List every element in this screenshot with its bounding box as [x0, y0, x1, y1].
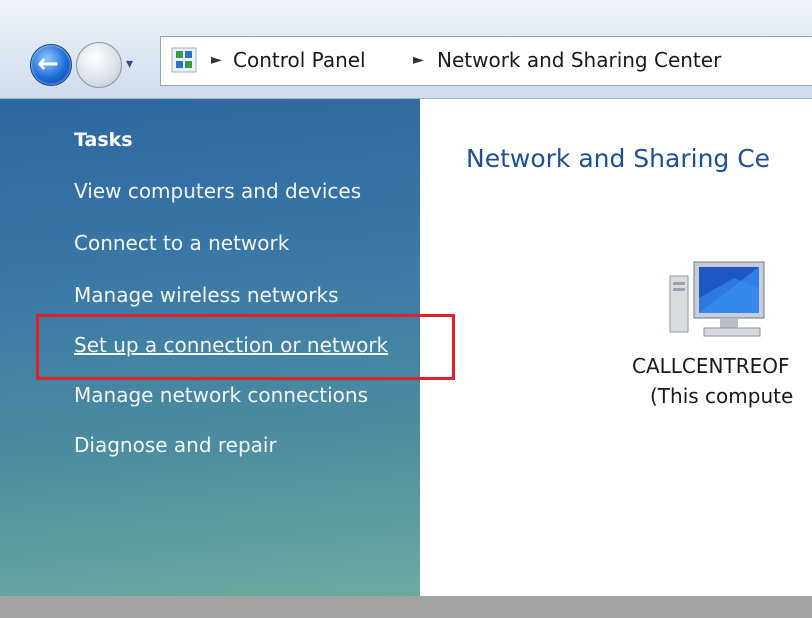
- breadcrumb-control-panel[interactable]: Control Panel: [233, 45, 366, 75]
- address-bar[interactable]: ► Control Panel ► Network and Sharing Ce…: [160, 36, 812, 86]
- computer-icon[interactable]: [664, 258, 774, 350]
- computer-subtitle: (This compute: [650, 384, 794, 408]
- page-title: Network and Sharing Ce: [466, 144, 771, 173]
- tasks-heading: Tasks: [74, 129, 133, 151]
- task-manage-connections[interactable]: Manage network connections: [74, 383, 368, 407]
- task-connect-network[interactable]: Connect to a network: [74, 231, 289, 255]
- computer-name: CALLCENTREOF: [632, 354, 790, 378]
- breadcrumb-network-sharing-center[interactable]: Network and Sharing Center: [437, 45, 721, 75]
- window: ← ▾ ► Control Panel ► Network and Sharin…: [0, 0, 812, 596]
- navigation-toolbar: ← ▾ ► Control Panel ► Network and Sharin…: [0, 0, 812, 99]
- forward-button[interactable]: [76, 42, 122, 88]
- breadcrumb-separator-icon[interactable]: ►: [211, 45, 222, 75]
- task-diagnose-repair[interactable]: Diagnose and repair: [74, 433, 277, 457]
- breadcrumb-separator-icon[interactable]: ►: [413, 45, 424, 75]
- control-panel-icon[interactable]: [171, 47, 197, 73]
- chevron-down-icon[interactable]: ▾: [126, 56, 133, 72]
- back-arrow-icon: ←: [37, 49, 59, 79]
- back-button[interactable]: ←: [30, 44, 72, 86]
- task-manage-wireless[interactable]: Manage wireless networks: [74, 283, 339, 307]
- highlight-box: [36, 314, 455, 380]
- task-view-computers[interactable]: View computers and devices: [74, 179, 361, 203]
